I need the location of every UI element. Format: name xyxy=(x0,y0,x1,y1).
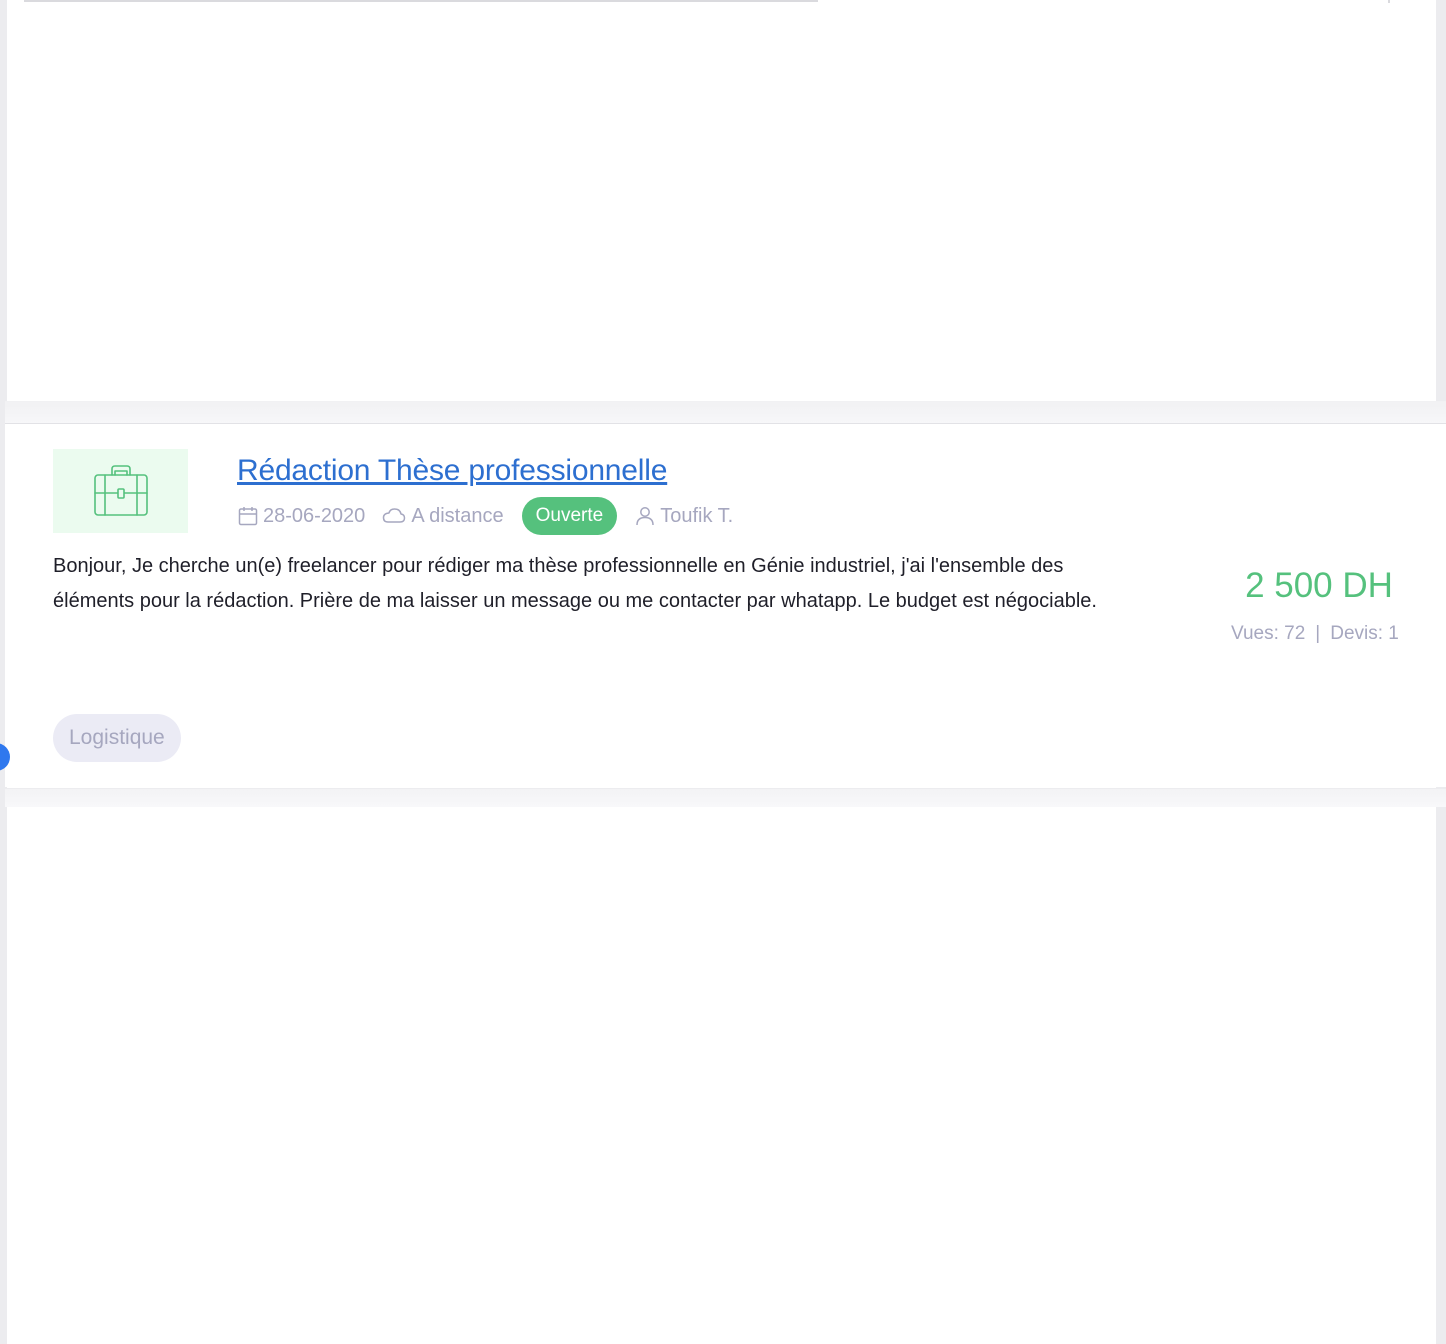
top-divider xyxy=(24,0,818,2)
stats-separator: | xyxy=(1315,623,1321,644)
location-meta: A distance xyxy=(382,504,504,528)
calendar-icon xyxy=(238,507,258,526)
date-meta: 28-06-2020 xyxy=(238,505,365,528)
listing-title-link[interactable]: Rédaction Thèse professionnelle xyxy=(237,454,667,488)
job-listing-card: Rédaction Thèse professionnelle 28-06-20… xyxy=(5,424,1446,787)
listing-thumbnail xyxy=(53,449,188,533)
card-bottom-separator xyxy=(5,788,1446,807)
listing-price: 2 500 DH xyxy=(1245,566,1393,605)
cloud-icon xyxy=(383,508,406,523)
user-icon xyxy=(636,507,654,526)
listing-location: A distance xyxy=(411,504,504,527)
listing-date: 28-06-2020 xyxy=(263,504,366,527)
quotes-count: Devis: 1 xyxy=(1330,623,1399,644)
category-tag[interactable]: Logistique xyxy=(53,714,181,762)
status-badge: Ouverte xyxy=(521,497,618,535)
top-divider-tick xyxy=(1388,0,1390,3)
listing-stats: Vues: 72 | Devis: 1 xyxy=(1231,623,1399,645)
views-count: Vues: 72 xyxy=(1231,623,1306,644)
listing-author: Toufik T. xyxy=(660,504,734,527)
card-top-separator xyxy=(5,401,1446,424)
listing-description: Bonjour, Je cherche un(e) freelancer pou… xyxy=(53,555,1097,612)
listing-meta: 28-06-2020 A distance Ouverte Toufik T. xyxy=(238,496,733,536)
author-meta: Toufik T. xyxy=(635,505,733,528)
briefcase-icon xyxy=(93,465,148,516)
